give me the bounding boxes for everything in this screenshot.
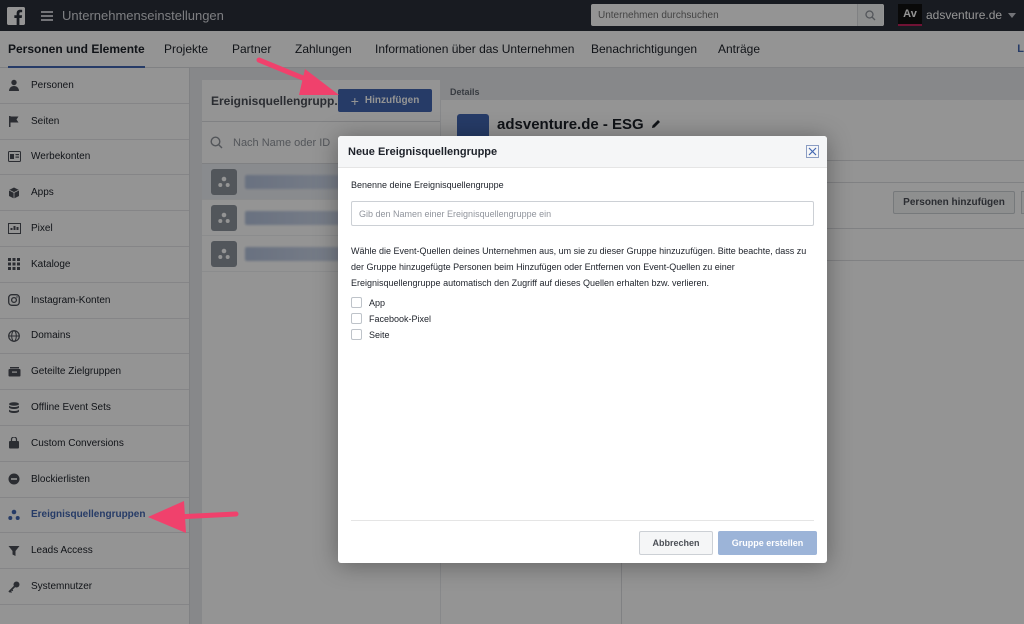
annotation-arrow-icon [256, 57, 339, 95]
checkbox-icon[interactable] [351, 329, 362, 340]
checkbox-facebook-pixel[interactable]: Facebook-Pixel [351, 313, 431, 324]
dialog-description: Wähle die Event-Quellen deines Unternehm… [351, 246, 807, 288]
checkbox-icon[interactable] [351, 297, 362, 308]
name-label: Benenne deine Ereignisquellengruppe [351, 180, 504, 190]
checkbox-icon[interactable] [351, 313, 362, 324]
checkbox-label: Seite [369, 329, 390, 340]
checkbox-seite[interactable]: Seite [351, 329, 390, 340]
dialog-header: Neue Ereignisquellengruppe [338, 136, 827, 168]
new-event-source-group-dialog: Neue Ereignisquellengruppe Benenne deine… [338, 136, 827, 563]
checkbox-app[interactable]: App [351, 297, 385, 308]
create-group-button[interactable]: Gruppe erstellen [718, 531, 817, 555]
annotation-arrow-icon [148, 501, 239, 533]
cancel-button[interactable]: Abbrechen [639, 531, 713, 555]
dialog-title: Neue Ereignisquellengruppe [348, 145, 498, 158]
close-button[interactable] [806, 145, 819, 158]
group-name-input[interactable] [351, 201, 814, 226]
close-icon [808, 147, 817, 156]
checkbox-label: Facebook-Pixel [369, 313, 432, 324]
footer-divider [351, 520, 814, 521]
checkbox-label: App [369, 297, 386, 308]
